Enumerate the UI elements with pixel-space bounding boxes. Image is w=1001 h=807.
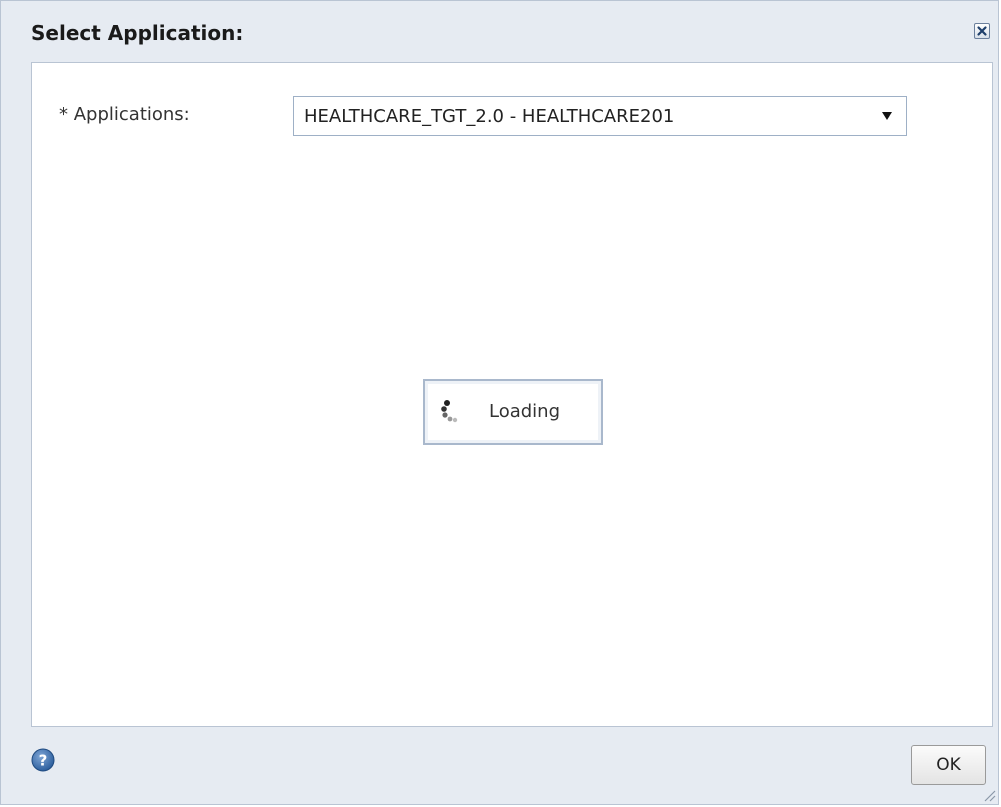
select-application-dialog: Select Application: * Applications: HEAL… (0, 0, 999, 805)
spinner-icon (441, 400, 458, 423)
dialog-content: * Applications: HEALTHCARE_TGT_2.0 - HEA… (31, 62, 993, 727)
applications-label: * Applications: (59, 104, 190, 125)
applications-selected-value: HEALTHCARE_TGT_2.0 - HEALTHCARE201 (304, 106, 675, 127)
ok-button[interactable]: OK (911, 745, 986, 785)
applications-select[interactable]: HEALTHCARE_TGT_2.0 - HEALTHCARE201 (293, 96, 907, 136)
loading-indicator: Loading (423, 379, 603, 445)
close-icon (977, 26, 987, 36)
help-icon[interactable]: ? (31, 748, 55, 772)
dialog-title: Select Application: (31, 21, 244, 45)
dropdown-arrow-icon (882, 112, 892, 120)
close-button[interactable] (974, 23, 990, 39)
dialog-titlebar[interactable]: Select Application: (1, 1, 998, 61)
svg-text:?: ? (39, 752, 48, 770)
resize-grip-icon[interactable] (980, 786, 996, 802)
loading-text: Loading (489, 401, 561, 422)
